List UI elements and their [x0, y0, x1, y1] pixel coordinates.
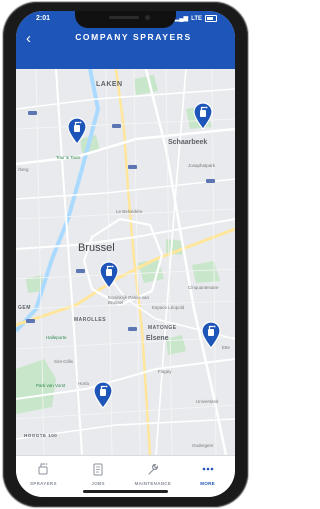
home-indicator [83, 490, 168, 493]
map-pin-icon [93, 381, 113, 409]
map-pin-icon [67, 117, 87, 145]
map-label-horta: Horta [78, 381, 90, 386]
tab-label: MAINTENANCE [134, 481, 172, 486]
sprayer-map-pin[interactable] [200, 321, 222, 349]
map-label-etterbeek: Ette [222, 345, 231, 350]
chevron-left-icon: ‹ [26, 30, 31, 47]
map-label-belvedere: Le Belvédère [116, 209, 143, 214]
signal-icon: ▂▄▆ [174, 16, 189, 22]
back-button[interactable]: ‹ [26, 29, 42, 49]
map-label-josaphat: Josaphatpark [188, 163, 216, 168]
battery-icon [205, 15, 217, 22]
app-screen: 2:01 ▂▄▆ LTE ‹ COMPANY SPRAYERS LAKEN Sc… [16, 11, 235, 497]
status-indicators: ▂▄▆ LTE [175, 15, 217, 22]
sprayer-map-pin[interactable] [98, 261, 120, 289]
map-label-brussel: Brussel [78, 242, 115, 254]
map-label-hallepoort: Halleporte [46, 335, 67, 340]
map-label-park-vorst: Park van Vorst [36, 383, 66, 388]
phone-frame: 2:01 ▂▄▆ LTE ‹ COMPANY SPRAYERS LAKEN Sc… [3, 2, 248, 507]
status-time: 2:01 [36, 15, 51, 22]
map-pin-icon [201, 321, 221, 349]
tab-label: JOBS [91, 481, 105, 486]
map-label-hoogte: HOOGTE 100 [24, 433, 58, 438]
map-label-vub: Universiteit [196, 399, 219, 404]
map-label-gem: GEM [18, 305, 31, 311]
more-icon [202, 467, 213, 471]
page-title: COMPANY SPRAYERS [75, 32, 192, 42]
map-label-koninklijk: Koninklijk Paleis van Brussel [108, 295, 150, 305]
speaker-grille [109, 16, 139, 19]
map-pin-icon [99, 261, 119, 289]
jobs-icon [93, 463, 103, 476]
map-label-oudergem: Oudergem [192, 443, 214, 448]
map-label-laken: LAKEN [96, 81, 123, 88]
map-label-tour-taxis: Tour & Taxis [56, 155, 81, 160]
sprayer-icon [38, 463, 48, 475]
map-pin-icon [193, 102, 213, 130]
map-label-flagey: Flagey [158, 369, 172, 374]
map-label-marolles: MAROLLES [74, 317, 107, 323]
sprayer-map-pin[interactable] [66, 117, 88, 145]
map-label-matonge: MATONGE [148, 325, 177, 331]
map-label-cinquantenaire: Cinquantenaire [188, 285, 219, 290]
map-label-espace: Espace Léopold [152, 305, 185, 310]
map-label-elsene: Elsene [146, 335, 169, 342]
sprayer-map-pin[interactable] [192, 102, 214, 130]
map-label-schaarbeek: Schaarbeek [168, 139, 208, 146]
sprayers-map[interactable]: LAKEN Schaarbeek Brussel Elsene MATONGE … [16, 69, 235, 455]
device-notch [75, 11, 176, 28]
sprayer-map-pin[interactable] [92, 381, 114, 409]
carrier-label: LTE [191, 15, 202, 22]
wrench-icon [148, 463, 158, 475]
front-camera [145, 15, 150, 20]
tab-sprayers[interactable]: SPRAYERS [16, 456, 71, 497]
map-label-bezenberg: rberg [18, 167, 29, 172]
tab-label: SPRAYERS [30, 481, 57, 486]
tab-label: MORE [200, 481, 215, 486]
tab-more[interactable]: MORE [180, 456, 235, 497]
map-label-sint-gillis: Sint-Gillis [54, 359, 74, 364]
